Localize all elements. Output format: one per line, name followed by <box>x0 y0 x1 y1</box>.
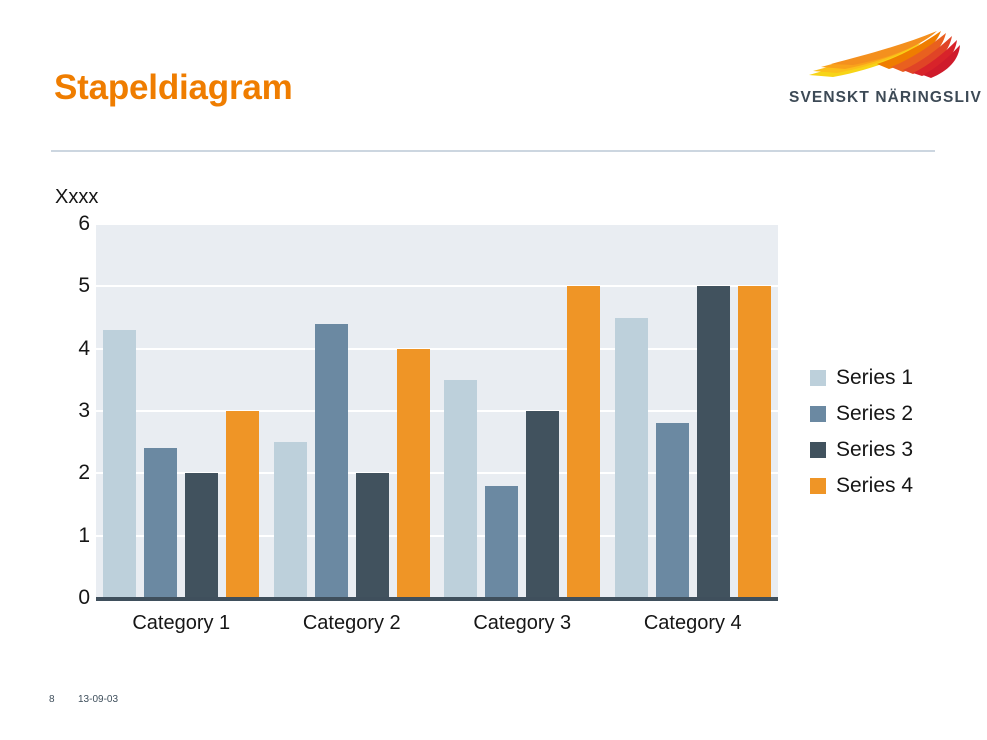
bar <box>526 411 560 598</box>
bar <box>103 329 137 598</box>
gridline <box>96 410 778 412</box>
legend-item-label: Series 4 <box>836 474 914 497</box>
y-axis-tick-label: 5 <box>78 274 90 298</box>
legend-item[interactable]: Series 2 <box>810 396 970 432</box>
y-axis-tick-label: 3 <box>78 399 90 422</box>
bar <box>144 448 178 598</box>
y-axis-tick-label: 6 <box>78 212 90 235</box>
legend-swatch-icon <box>810 442 826 458</box>
gridline <box>96 347 778 350</box>
bar <box>614 317 648 598</box>
legend-item[interactable]: Series 1 <box>810 360 970 396</box>
x-axis-line <box>96 597 778 601</box>
y-axis-tick-label: 1 <box>78 523 90 547</box>
footer-date: 13-09-03 <box>78 694 119 705</box>
legend-item-label: Series 3 <box>836 438 914 461</box>
footer-page-number: 8 <box>49 694 55 705</box>
chart-legend: Series 1 Series 2 Series 3 Series 4 <box>810 360 970 504</box>
bar <box>696 286 730 598</box>
legend-swatch-icon <box>810 370 826 386</box>
x-axis-category-label: Category 3 <box>473 612 572 634</box>
bar <box>355 473 389 598</box>
legend-swatch-icon <box>810 406 826 422</box>
legend-item-label: Series 1 <box>836 366 914 389</box>
bar <box>737 286 771 598</box>
legend-item[interactable]: Series 3 <box>810 432 970 468</box>
bar <box>655 423 689 598</box>
legend-item[interactable]: Series 4 <box>810 468 970 504</box>
gridline <box>96 223 778 225</box>
x-axis-category-label: Category 4 <box>643 612 742 634</box>
y-axis-tick-label: 2 <box>78 461 90 485</box>
y-axis-tick-label: 0 <box>78 586 90 609</box>
bar <box>226 411 260 598</box>
y-axis-tick-label: 4 <box>78 336 90 360</box>
bar <box>444 379 478 598</box>
bar-chart: Xxxx 0 1 2 3 4 5 6 Category 1 Category 2 Categor… <box>0 0 987 740</box>
bar <box>185 473 219 598</box>
gridline <box>96 285 778 288</box>
legend-swatch-icon <box>810 478 826 494</box>
bar <box>396 348 430 598</box>
bar <box>567 286 601 598</box>
x-axis-category-label: Category 2 <box>302 612 401 634</box>
y-axis-tick-labels: 0 1 2 3 4 5 6 <box>46 212 90 609</box>
plot-area <box>96 223 778 598</box>
bar <box>314 323 348 598</box>
x-axis-category-label: Category 1 <box>132 612 231 634</box>
y-axis-title: Xxxx <box>55 186 99 208</box>
bar <box>485 485 519 598</box>
legend-item-label: Series 2 <box>836 402 914 425</box>
slide-footer: 8 13-09-03 <box>0 694 987 718</box>
bar <box>273 442 307 598</box>
